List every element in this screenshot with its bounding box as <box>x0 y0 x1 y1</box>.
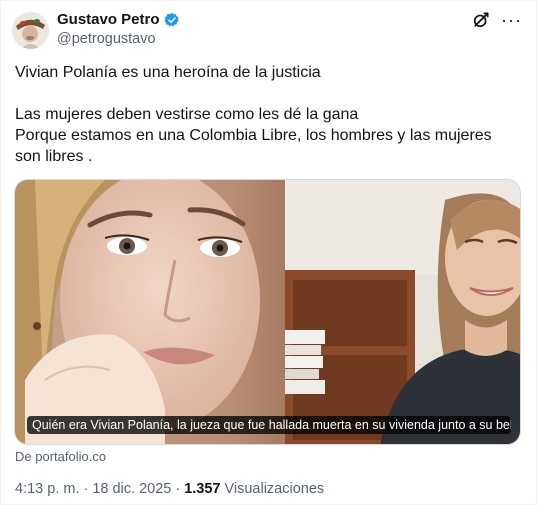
author-name[interactable]: Gustavo Petro <box>57 11 160 28</box>
views-count: 1.357 <box>184 481 221 497</box>
tweet-time[interactable]: 4:13 p. m. <box>15 481 79 497</box>
avatar[interactable] <box>12 12 49 49</box>
tweet-line: Vivian Polanía es una heroína de la just… <box>15 64 321 81</box>
card-caption: Quién era Vivian Polanía, la jueza que f… <box>27 416 511 434</box>
author-name-row: Gustavo Petro <box>57 11 180 28</box>
card-photo-right <box>285 180 520 444</box>
verified-badge-icon <box>164 12 180 28</box>
views-label: Visualizaciones <box>224 481 325 497</box>
card-source[interactable]: De portafolio.co <box>15 449 106 464</box>
author-handle[interactable]: @petrogustavo <box>57 31 156 47</box>
more-icon[interactable]: ··· <box>501 10 522 30</box>
meta-separator: · <box>83 481 89 497</box>
tweet-line: Porque estamos en una Colombia Libre, lo… <box>15 127 492 165</box>
meta-separator: · <box>175 481 181 497</box>
tweet-meta: 4:13 p. m. · 18 dic. 2025 · 1.357 Visual… <box>15 481 324 497</box>
card-photo-left <box>15 180 285 444</box>
tweet-date[interactable]: 18 dic. 2025 <box>92 481 171 497</box>
grok-icon[interactable] <box>471 10 491 30</box>
tweet-card: Gustavo Petro @petrogustavo ··· Vivian P… <box>0 0 537 505</box>
tweet-text: Vivian Polanía es una heroína de la just… <box>15 62 520 167</box>
link-card[interactable]: Quién era Vivian Polanía, la jueza que f… <box>14 179 521 445</box>
top-actions: ··· <box>471 10 522 30</box>
tweet-line: Las mujeres deben vestirse como les dé l… <box>15 106 359 123</box>
tweet-line-gap <box>15 83 520 104</box>
